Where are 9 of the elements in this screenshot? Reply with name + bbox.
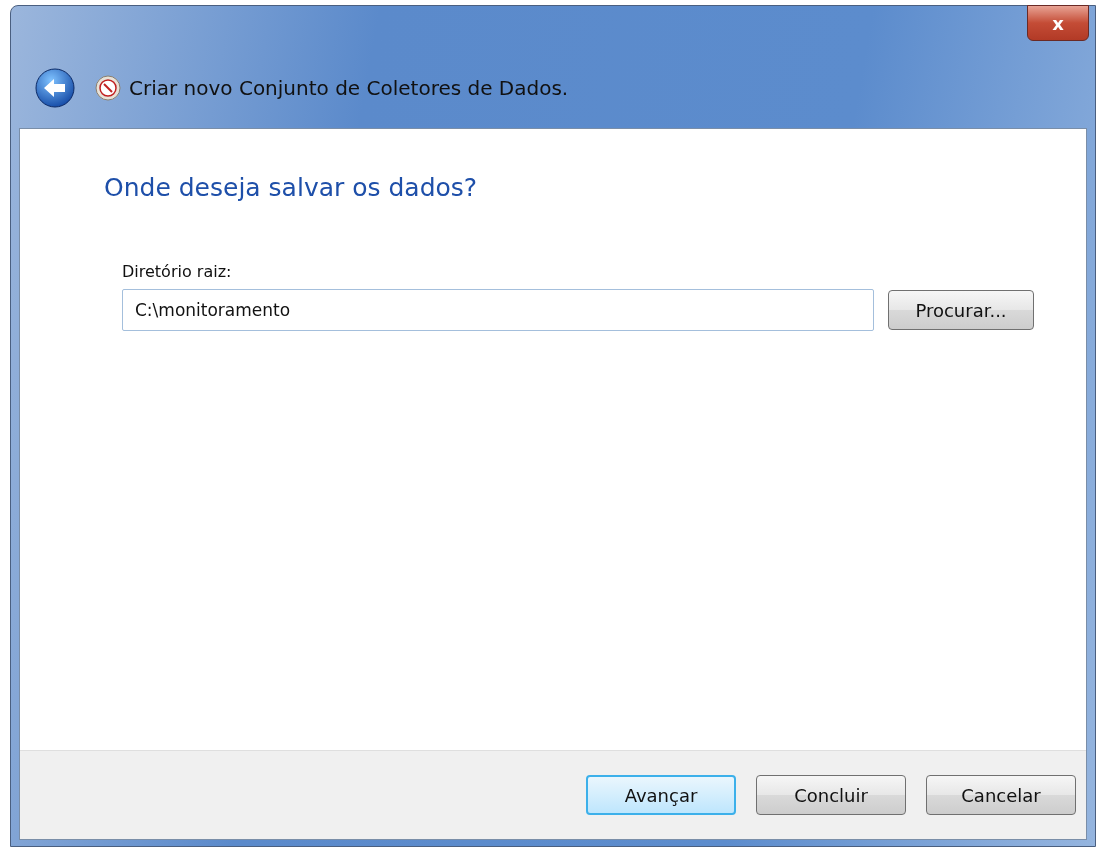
wizard-button[interactable]: Concluir	[756, 775, 906, 815]
wizard-button[interactable]: Cancelar	[926, 775, 1076, 815]
window-title: Criar novo Conjunto de Coletores de Dados.	[129, 76, 569, 100]
directory-field[interactable]: C:\monitoramento	[122, 289, 874, 331]
wizard-button[interactable]: Avançar	[586, 775, 736, 815]
close-button[interactable]: x	[1027, 5, 1089, 41]
field-label: Diretório raiz:	[122, 262, 233, 281]
browse-button[interactable]: Procurar...	[888, 290, 1034, 330]
page-heading: Onde deseja salvar os dados?	[104, 173, 479, 202]
